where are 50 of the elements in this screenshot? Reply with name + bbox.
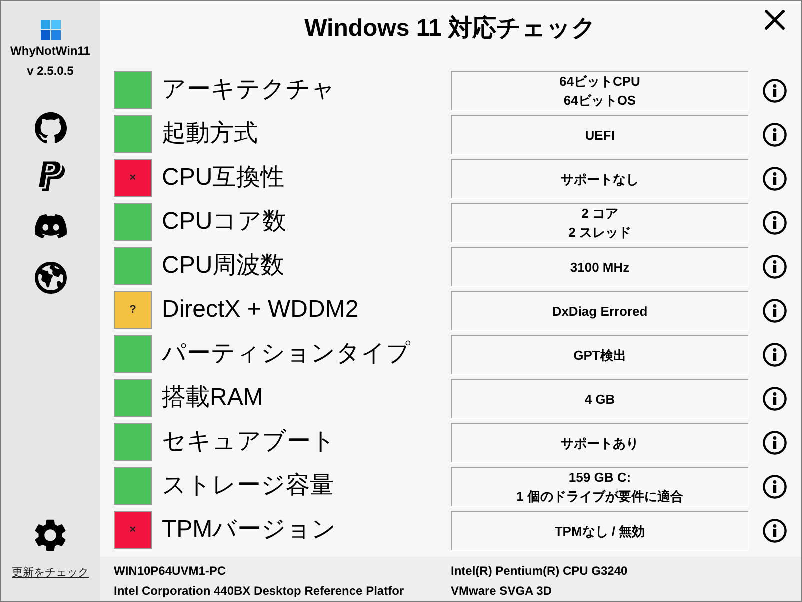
check-label: パーティションタイプ: [161, 339, 412, 369]
check-label: 搭載RAM: [161, 383, 264, 413]
gamepad-logo-icon[interactable]: [34, 214, 66, 239]
check-label: アーキテクチャ: [161, 75, 337, 105]
check-label: CPU周波数: [161, 251, 286, 281]
status-indicator: ?: [114, 291, 152, 329]
check-result: 64ビットCPU 64ビットOS: [451, 71, 749, 111]
app-logo-icon: [40, 20, 60, 40]
info-icon[interactable]: [763, 299, 787, 323]
board-model-text: Intel Corporation 440BX Desktop Reference Platfor: [114, 583, 406, 600]
status-indicator: ×: [114, 511, 152, 549]
info-icon[interactable]: [763, 79, 787, 103]
check-label: CPU互換性: [161, 163, 286, 193]
check-result: 4 GB: [451, 379, 749, 419]
check-result: TPMなし / 無効: [451, 511, 749, 551]
check-result: UEFI: [451, 115, 749, 155]
status-indicator: ×: [114, 159, 152, 197]
check-result: サポートあり: [451, 423, 749, 463]
settings-icon[interactable]: [35, 519, 66, 552]
info-icon[interactable]: [763, 387, 787, 411]
check-label: ストレージ容量: [161, 471, 335, 501]
check-label: TPMバージョン: [161, 515, 338, 545]
info-icon[interactable]: [763, 255, 787, 279]
pc-name-text: WIN10P64UVM1-PC: [114, 563, 228, 580]
update-link[interactable]: 更新をチェック: [12, 565, 89, 581]
check-result: 2 コア 2 スレッド: [451, 203, 749, 243]
check-result: サポートなし: [451, 159, 749, 199]
info-icon[interactable]: [763, 343, 787, 367]
check-result: 3100 MHz: [451, 247, 749, 287]
window-title: Windows 11 対応チェック: [304, 14, 598, 44]
cat-logo-icon[interactable]: [34, 112, 66, 144]
app-name: WhyNotWin11: [10, 43, 90, 59]
info-icon[interactable]: [763, 167, 787, 191]
check-label: CPUコア数: [161, 207, 288, 237]
app-version: v 2.5.0.5: [27, 63, 74, 79]
check-result: GPT検出: [451, 335, 749, 375]
check-result: 159 GB C: 1 個のドライブが要件に適合: [451, 467, 749, 507]
info-icon[interactable]: [763, 123, 787, 147]
check-label: セキュアブート: [161, 427, 337, 457]
info-icon[interactable]: [763, 211, 787, 235]
cpu-model-text: Intel(R) Pentium(R) CPU G3240: [451, 563, 629, 580]
close-icon[interactable]: [765, 10, 785, 30]
globe-icon[interactable]: [34, 262, 66, 294]
info-icon[interactable]: [763, 519, 787, 543]
check-label: DirectX + WDDM2: [161, 295, 360, 325]
gpu-model-text: VMware SVGA 3D: [451, 583, 553, 600]
info-icon[interactable]: [763, 475, 787, 499]
check-label: 起動方式: [161, 119, 259, 149]
check-result: DxDiag Errored: [451, 291, 749, 331]
info-icon[interactable]: [763, 431, 787, 455]
